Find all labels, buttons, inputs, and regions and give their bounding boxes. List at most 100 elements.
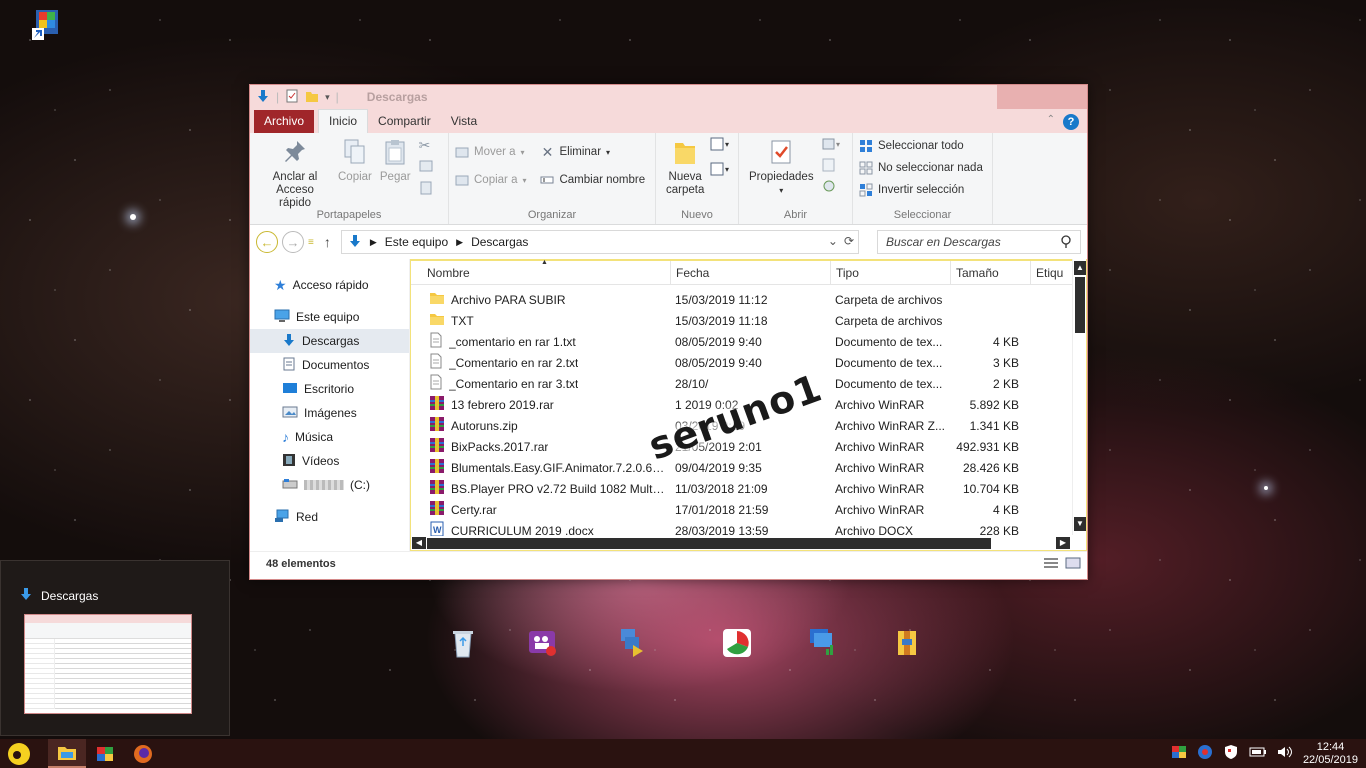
customize-qa-icon[interactable]: ▾ bbox=[325, 92, 330, 103]
scroll-left-icon[interactable]: ◀ bbox=[412, 537, 426, 549]
nav-item-images[interactable]: Imágenes bbox=[250, 401, 409, 425]
tab-vista[interactable]: Vista bbox=[441, 110, 487, 133]
scroll-down-icon[interactable]: ▼ bbox=[1074, 517, 1086, 531]
file-name: _Comentario en rar 2.txt bbox=[449, 355, 579, 370]
forward-button[interactable]: → bbox=[282, 231, 304, 253]
cut-icon[interactable]: ✂ bbox=[419, 137, 433, 154]
tray-browser-icon[interactable] bbox=[1197, 744, 1213, 763]
table-row[interactable]: Blumentals.Easy.GIF.Animator.7.2.0.60...… bbox=[411, 457, 1086, 478]
navigation-pane: ★ Acceso rápido Este equipo Descargas Do… bbox=[250, 259, 410, 551]
nav-item-this-pc[interactable]: Este equipo bbox=[250, 305, 409, 329]
scrollbar-thumb[interactable] bbox=[427, 538, 991, 549]
nav-item-drive-c[interactable]: (C:) bbox=[250, 473, 409, 497]
taskbar-firefox[interactable] bbox=[124, 739, 162, 768]
scroll-up-icon[interactable]: ▲ bbox=[1074, 261, 1086, 275]
nav-item-videos[interactable]: Vídeos bbox=[250, 449, 409, 473]
table-row[interactable]: Certy.rar 17/01/2018 21:59 Archivo WinRAR 4… bbox=[411, 499, 1086, 520]
file-size: 28.426 KB bbox=[962, 460, 1019, 475]
column-header-tamano[interactable]: Tamaño bbox=[951, 261, 1031, 284]
copy-path-icon[interactable] bbox=[419, 160, 433, 175]
tray-security-icon[interactable] bbox=[1223, 744, 1239, 763]
new-folder-button[interactable]: Nueva carpeta bbox=[662, 137, 708, 197]
delete-button[interactable]: ✕ Eliminar ▾ bbox=[540, 141, 645, 163]
tab-compartir[interactable]: Compartir bbox=[368, 110, 441, 133]
copy-button[interactable]: Copiar bbox=[334, 137, 376, 184]
file-size: 4 KB bbox=[992, 334, 1019, 349]
copy-to-button[interactable]: Copiar a ▾ bbox=[455, 169, 526, 191]
nav-item-desktop[interactable]: Escritorio bbox=[250, 377, 409, 401]
invert-selection-button[interactable]: Invertir selección bbox=[859, 179, 986, 201]
file-type: Documento de tex... bbox=[835, 376, 943, 391]
collapse-ribbon-icon[interactable]: ⌃ bbox=[1047, 114, 1055, 125]
network-tool-icon[interactable] bbox=[615, 627, 647, 659]
column-header-fecha[interactable]: Fecha bbox=[671, 261, 831, 284]
chevron-down-icon[interactable]: ⌄ bbox=[828, 234, 838, 248]
edit-icon[interactable] bbox=[822, 158, 844, 175]
video-recorder-icon[interactable] bbox=[527, 627, 559, 659]
preview-thumbnail[interactable] bbox=[24, 614, 192, 714]
tab-archivo[interactable]: Archivo bbox=[254, 110, 315, 133]
table-row[interactable]: BS.Player PRO v2.72 Build 1082 Multilin.… bbox=[411, 478, 1086, 499]
breadcrumb-descargas[interactable]: Descargas bbox=[471, 235, 528, 249]
new-item-icon[interactable]: ▾ bbox=[710, 137, 732, 154]
help-icon[interactable]: ? bbox=[1063, 114, 1079, 130]
archive-tool-icon[interactable] bbox=[892, 627, 924, 659]
refresh-icon[interactable]: ⟳ bbox=[844, 234, 854, 248]
file-name: Archivo PARA SUBIR bbox=[451, 292, 566, 307]
nav-item-music[interactable]: ♪ Música bbox=[250, 425, 409, 449]
taskbar-preview[interactable]: Descargas bbox=[0, 560, 230, 736]
rename-button[interactable]: Cambiar nombre bbox=[540, 169, 645, 191]
vertical-scrollbar[interactable]: ▲ ▼ bbox=[1072, 259, 1086, 535]
large-icons-view-icon[interactable] bbox=[1065, 557, 1081, 572]
horizontal-scrollbar[interactable]: ◀ ▶ bbox=[411, 536, 1072, 550]
back-button[interactable]: ← bbox=[256, 231, 278, 253]
file-name: Blumentals.Easy.GIF.Animator.7.2.0.60...… bbox=[451, 460, 667, 475]
column-header-nombre[interactable]: Nombre ▲ bbox=[411, 259, 671, 284]
table-row[interactable]: BixPacks.2017.rar 21/05/2019 2:01 Archivo … bbox=[411, 436, 1086, 457]
select-all-button[interactable]: Seleccionar todo bbox=[859, 135, 986, 157]
clock[interactable]: 12:44 22/05/2019 bbox=[1303, 741, 1358, 767]
easy-access-icon[interactable]: ▾ bbox=[710, 162, 732, 179]
new-folder-qa-icon[interactable] bbox=[305, 89, 319, 106]
chart-app-icon[interactable] bbox=[721, 627, 753, 659]
volume-icon[interactable] bbox=[1277, 745, 1293, 762]
tray-app-icon[interactable] bbox=[1171, 745, 1187, 762]
start-button[interactable] bbox=[0, 739, 38, 768]
desktop-shortcut-icon[interactable] bbox=[30, 6, 66, 42]
paste-shortcut-icon[interactable] bbox=[419, 181, 433, 198]
open-icon[interactable]: ▾ bbox=[822, 137, 844, 154]
recent-locations-icon[interactable]: ≡ bbox=[308, 237, 314, 248]
table-row[interactable]: _comentario en rar 1.txt 08/05/2019 9:40 D… bbox=[411, 331, 1086, 352]
details-view-icon[interactable] bbox=[1043, 557, 1059, 572]
properties-button[interactable]: Propiedades ▾ bbox=[745, 137, 818, 197]
scrollbar-thumb[interactable] bbox=[1075, 277, 1085, 333]
table-row[interactable]: Archivo PARA SUBIR 15/03/2019 11:12 Carpet… bbox=[411, 289, 1086, 310]
column-header-tipo[interactable]: Tipo bbox=[831, 261, 951, 284]
taskbar-file-explorer[interactable] bbox=[48, 739, 86, 768]
history-icon[interactable] bbox=[822, 179, 844, 196]
nav-item-downloads[interactable]: Descargas bbox=[250, 329, 409, 353]
connection-manager-icon[interactable] bbox=[806, 627, 838, 659]
scroll-right-icon[interactable]: ▶ bbox=[1056, 537, 1070, 549]
nav-item-network[interactable]: Red bbox=[250, 505, 409, 529]
column-header-etiquetas[interactable]: Etiqu bbox=[1031, 261, 1071, 284]
battery-icon[interactable] bbox=[1249, 746, 1267, 761]
table-row[interactable]: _Comentario en rar 2.txt 08/05/2019 9:40 D… bbox=[411, 352, 1086, 373]
search-input[interactable]: Buscar en Descargas bbox=[877, 230, 1081, 254]
taskbar-app-winrar[interactable] bbox=[86, 739, 124, 768]
table-row[interactable]: TXT 15/03/2019 11:18 Carpeta de archivos bbox=[411, 310, 1086, 331]
tab-inicio[interactable]: Inicio bbox=[318, 109, 369, 133]
nav-item-quick-access[interactable]: ★ Acceso rápido bbox=[250, 273, 409, 297]
select-none-button[interactable]: No seleccionar nada bbox=[859, 157, 986, 179]
properties-qa-icon[interactable] bbox=[285, 89, 299, 106]
window-controls[interactable] bbox=[997, 85, 1087, 109]
move-to-button[interactable]: Mover a ▾ bbox=[455, 141, 526, 163]
breadcrumb-este-equipo[interactable]: Este equipo bbox=[385, 235, 448, 249]
nav-item-documents[interactable]: Documentos bbox=[250, 353, 409, 377]
title-bar[interactable]: | ▾ | Descargas bbox=[250, 85, 1087, 109]
paste-button[interactable]: Pegar bbox=[376, 137, 415, 184]
up-arrow-icon[interactable]: ↑ bbox=[324, 234, 331, 250]
pin-quick-access-button[interactable]: Anclar al Acceso rápido bbox=[256, 137, 334, 210]
address-bar[interactable]: ▶ Este equipo ▶ Descargas ⌄ ⟳ bbox=[340, 230, 859, 254]
recycle-bin-icon[interactable] bbox=[447, 627, 479, 659]
